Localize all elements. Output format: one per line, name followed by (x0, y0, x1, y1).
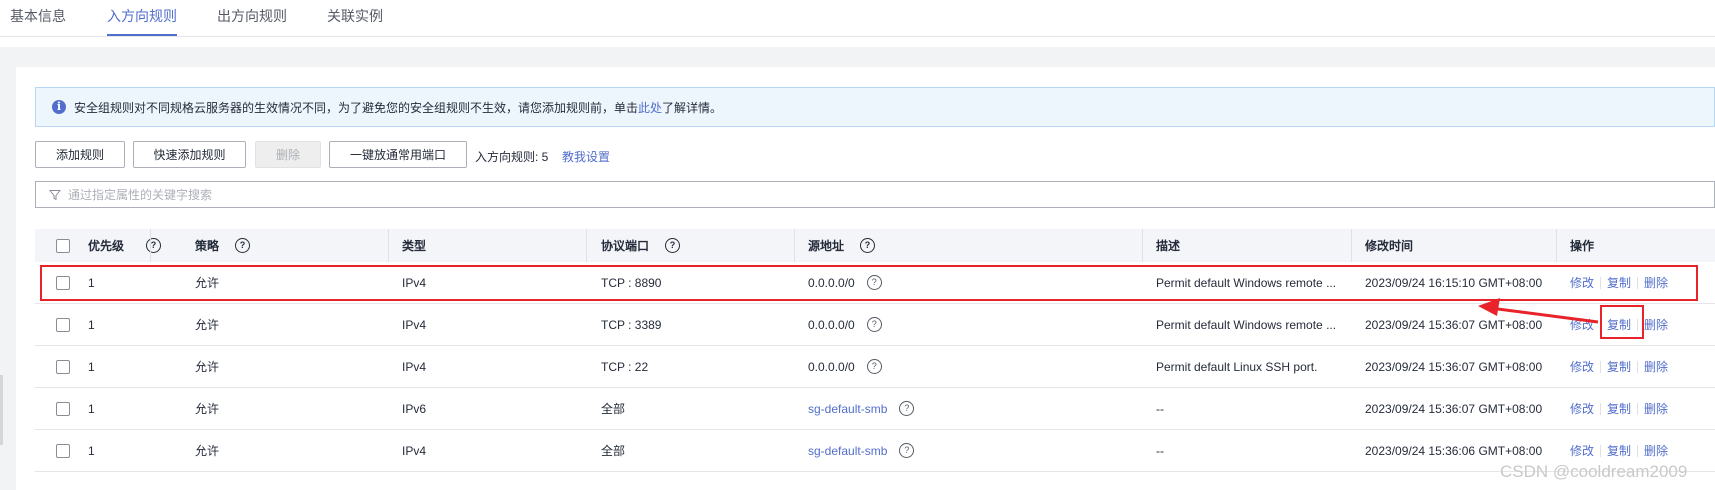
cell-priority: 1 (88, 359, 95, 374)
search-input[interactable]: 通过指定属性的关键字搜索 (35, 181, 1715, 208)
cell-port: TCP : 22 (601, 359, 649, 374)
cell-modified: 2023/09/24 15:36:07 GMT+08:00 (1365, 317, 1543, 332)
select-all-cell (56, 229, 70, 262)
cell-actions: 修改 复制 删除 (1570, 346, 1668, 387)
help-icon[interactable]: ? (146, 238, 162, 253)
cell-source: 0.0.0.0/0? (808, 346, 882, 387)
filter-icon (49, 189, 61, 200)
row-checkbox[interactable] (56, 401, 70, 416)
cell-port: 全部 (601, 444, 626, 458)
delete-button[interactable]: 删除 (255, 141, 321, 168)
cell-port: TCP : 3389 (601, 317, 662, 332)
cell-description: -- (1156, 401, 1164, 416)
cell-description: Permit default Linux SSH port. (1156, 359, 1318, 374)
header-modified-time: 修改时间 (1365, 239, 1414, 253)
notice-text: 安全组规则对不同规格云服务器的生效情况不同，为了避免您的安全组规则不生效，请您添… (74, 100, 723, 115)
cell-source: sg-default-smb? (808, 430, 915, 471)
cell-priority: 1 (88, 401, 95, 416)
info-notice: i 安全组规则对不同规格云服务器的生效情况不同，为了避免您的安全组规则不生效，请… (35, 87, 1715, 127)
cell-policy: 允许 (195, 318, 220, 332)
header-description: 描述 (1156, 239, 1181, 253)
help-icon[interactable]: ? (665, 238, 681, 253)
copy-link[interactable]: 复制 (1607, 400, 1631, 417)
table-row: 1 允许 IPv6 全部 sg-default-smb? -- 2023/09/… (35, 388, 1715, 430)
cell-policy: 允许 (195, 444, 220, 458)
table-header: 优先级? 策略? 类型 协议端口? 源地址? 描述 修改时间 操作 (35, 229, 1715, 262)
table-row: 1 允许 IPv4 TCP : 3389 0.0.0.0/0? Permit d… (35, 304, 1715, 346)
source-group-link[interactable]: sg-default-smb (808, 402, 887, 416)
cell-description: -- (1156, 443, 1164, 458)
delete-link[interactable]: 删除 (1644, 316, 1668, 333)
header-protocol-port: 协议端口? (601, 229, 681, 262)
header-policy: 策略? (195, 229, 251, 262)
tab-outbound-rules[interactable]: 出方向规则 (217, 6, 287, 34)
help-icon[interactable]: ? (899, 443, 915, 458)
info-icon: i (52, 100, 66, 114)
delete-link[interactable]: 删除 (1644, 400, 1668, 417)
help-icon[interactable]: ? (860, 238, 876, 253)
tab-associated-instances[interactable]: 关联实例 (327, 6, 383, 34)
help-icon[interactable]: ? (235, 238, 251, 253)
search-placeholder: 通过指定属性的关键字搜索 (68, 188, 213, 202)
cell-policy: 允许 (195, 360, 220, 374)
select-all-checkbox[interactable] (56, 238, 70, 253)
tab-basic-info[interactable]: 基本信息 (10, 6, 66, 34)
annotation-copy-highlight (1600, 305, 1644, 339)
cell-priority: 1 (88, 443, 95, 458)
tab-inbound-rules[interactable]: 入方向规则 (107, 6, 177, 36)
row-checkbox[interactable] (56, 359, 70, 374)
cell-type: IPv4 (402, 443, 427, 458)
rule-count-label: 入方向规则: 5 (475, 150, 549, 164)
copy-link[interactable]: 复制 (1607, 358, 1631, 375)
help-icon[interactable]: ? (899, 401, 915, 416)
help-icon[interactable]: ? (866, 317, 882, 332)
header-source: 源地址? (808, 229, 876, 262)
delete-link[interactable]: 删除 (1644, 358, 1668, 375)
row-checkbox[interactable] (56, 443, 70, 458)
cell-description: Permit default Windows remote ... (1156, 317, 1337, 332)
cell-port: 全部 (601, 402, 626, 416)
cell-actions: 修改 复制 删除 (1570, 388, 1668, 429)
notice-link[interactable]: 此处 (638, 101, 662, 115)
edit-link[interactable]: 修改 (1570, 442, 1594, 459)
watermark: CSDN @cooldream2009 (1500, 462, 1688, 481)
table-row: 1 允许 IPv4 全部 sg-default-smb? -- 2023/09/… (35, 430, 1715, 472)
header-actions: 操作 (1570, 239, 1595, 253)
cell-priority: 1 (88, 317, 95, 332)
edit-link[interactable]: 修改 (1570, 358, 1594, 375)
table-row: 1 允许 IPv4 TCP : 22 0.0.0.0/0? Permit def… (35, 346, 1715, 388)
row-checkbox[interactable] (56, 317, 70, 332)
cell-source: 0.0.0.0/0? (808, 304, 882, 345)
quick-add-rule-button[interactable]: 快速添加规则 (133, 141, 246, 168)
header-type: 类型 (402, 239, 427, 253)
annotation-row-highlight (40, 265, 1698, 301)
edit-link[interactable]: 修改 (1570, 316, 1594, 333)
help-icon[interactable]: ? (866, 359, 882, 374)
cell-type: IPv4 (402, 317, 427, 332)
tab-bar: 基本信息 入方向规则 出方向规则 关联实例 (0, 0, 1715, 37)
cell-source: sg-default-smb? (808, 388, 915, 429)
edit-link[interactable]: 修改 (1570, 400, 1594, 417)
cell-modified: 2023/09/24 15:36:07 GMT+08:00 (1365, 359, 1543, 374)
cell-type: IPv6 (402, 401, 427, 416)
help-link[interactable]: 教我设置 (562, 148, 610, 165)
cell-policy: 允许 (195, 402, 220, 416)
cell-modified: 2023/09/24 15:36:07 GMT+08:00 (1365, 401, 1543, 416)
open-common-ports-button[interactable]: 一键放通常用端口 (329, 141, 467, 168)
cell-type: IPv4 (402, 359, 427, 374)
edge-mark (0, 375, 3, 445)
section-gap (0, 47, 1715, 67)
delete-link[interactable]: 删除 (1644, 442, 1668, 459)
source-group-link[interactable]: sg-default-smb (808, 444, 887, 458)
copy-link[interactable]: 复制 (1607, 442, 1631, 459)
add-rule-button[interactable]: 添加规则 (35, 141, 125, 168)
